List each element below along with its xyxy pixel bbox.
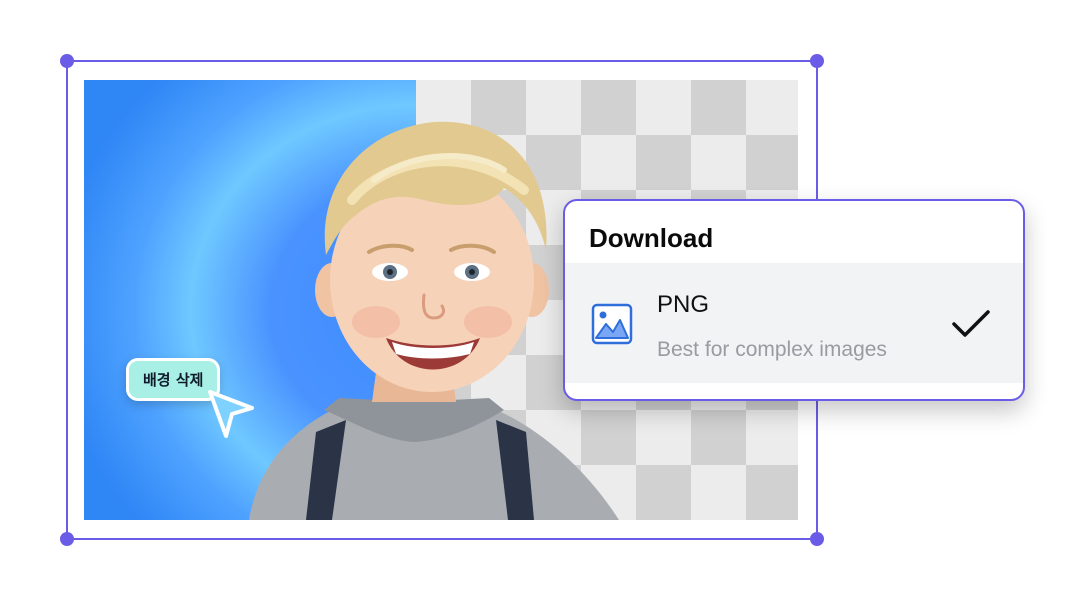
resize-handle-bottom-left[interactable] — [60, 532, 74, 546]
download-panel: Download PNG Best for complex images — [563, 199, 1025, 401]
option-description: Best for complex images — [657, 338, 887, 361]
resize-handle-top-left[interactable] — [60, 54, 74, 68]
resize-handle-top-right[interactable] — [810, 54, 824, 68]
cursor-arrow-icon — [208, 390, 254, 438]
image-icon — [591, 303, 633, 345]
resize-handle-bottom-right[interactable] — [810, 532, 824, 546]
checkmark-icon — [952, 310, 990, 337]
stage: 배경 삭제 Download PNG Best for complex imag… — [0, 0, 1080, 600]
remove-background-label: 배경 삭제 — [143, 371, 204, 389]
download-title: Download — [589, 223, 714, 253]
png-option[interactable]: PNG Best for complex images — [565, 263, 1023, 383]
option-label: PNG — [657, 291, 710, 318]
